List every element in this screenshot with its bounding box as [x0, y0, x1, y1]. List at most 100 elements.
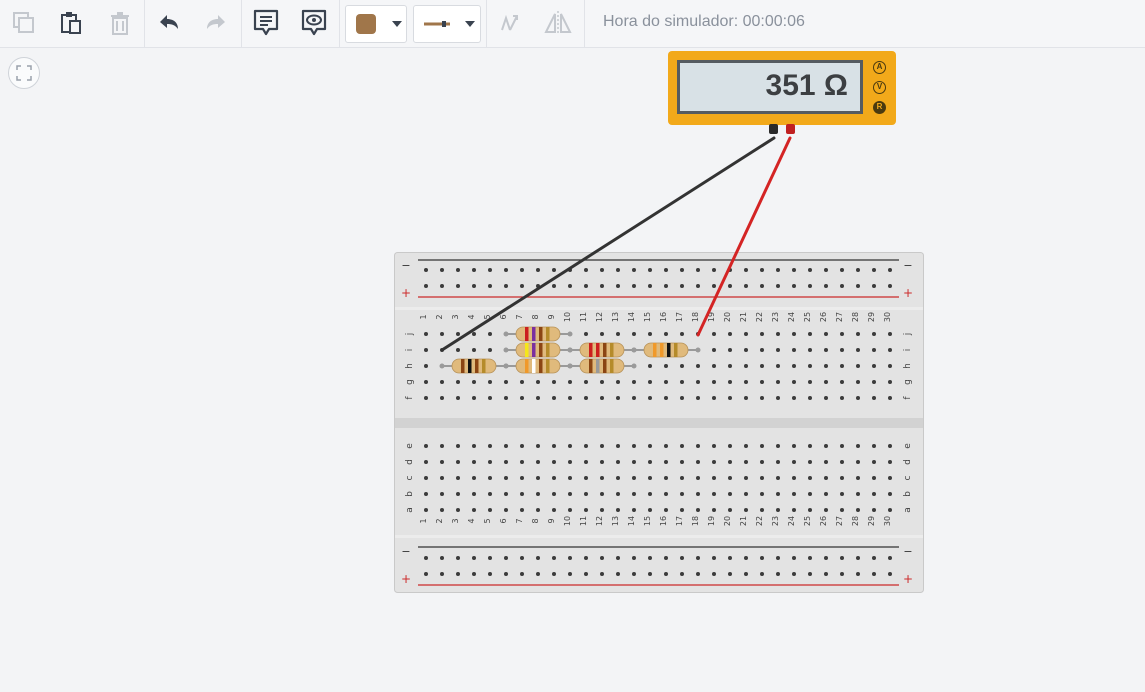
column-number: 23 — [771, 516, 780, 526]
terminal-hole — [648, 492, 652, 496]
terminal-hole — [648, 508, 652, 512]
terminal-hole — [728, 348, 732, 352]
undo-button[interactable] — [152, 6, 186, 40]
terminal-hole — [456, 444, 460, 448]
rail-hole — [808, 556, 812, 560]
rail-hole — [440, 268, 444, 272]
terminal-hole — [776, 364, 780, 368]
terminal-hole — [696, 492, 700, 496]
terminal-hole — [440, 492, 444, 496]
probe-terminal-negative[interactable] — [769, 124, 778, 134]
terminal-hole — [616, 508, 620, 512]
rail-minus-label: − — [401, 259, 410, 272]
terminal-hole — [808, 476, 812, 480]
terminal-hole — [728, 380, 732, 384]
notes-button[interactable] — [249, 6, 283, 40]
mode-ammeter[interactable]: A — [873, 61, 886, 74]
terminal-hole — [856, 396, 860, 400]
copy-button[interactable] — [7, 6, 41, 40]
color-dropdown[interactable] — [345, 5, 407, 43]
column-number: 22 — [755, 312, 764, 322]
terminal-hole — [504, 380, 508, 384]
terminal-hole — [856, 348, 860, 352]
terminal-hole — [696, 332, 700, 336]
column-number: 20 — [723, 516, 732, 526]
row-label: a — [405, 507, 415, 513]
terminal-hole — [584, 332, 588, 336]
rail-hole — [600, 284, 604, 288]
column-number: 16 — [659, 516, 668, 526]
chevron-down-icon — [392, 21, 402, 27]
terminal-hole — [728, 476, 732, 480]
terminal-hole — [584, 396, 588, 400]
breadboard[interactable]: − − + + − − + + j j i i h h g g f f e e d d c c b b a a 1 2 3 4 5 6 7 8 9 10 1… — [394, 252, 924, 593]
redo-icon — [207, 15, 225, 29]
rail-hole — [680, 268, 684, 272]
terminal-hole — [632, 444, 636, 448]
delete-button[interactable] — [103, 6, 137, 40]
terminal-hole — [856, 492, 860, 496]
terminal-hole — [568, 380, 572, 384]
terminal-hole — [824, 348, 828, 352]
terminal-hole — [568, 492, 572, 496]
terminal-hole — [488, 444, 492, 448]
column-number: 30 — [883, 516, 892, 526]
terminal-hole — [568, 396, 572, 400]
rail-hole — [728, 268, 732, 272]
terminal-hole — [552, 444, 556, 448]
fit-to-screen-icon — [16, 65, 32, 81]
fit-to-screen-button[interactable] — [8, 57, 40, 89]
rail-hole — [520, 556, 524, 560]
terminal-hole — [488, 476, 492, 480]
paste-button[interactable] — [54, 6, 88, 40]
terminal-hole — [680, 396, 684, 400]
redo-button[interactable] — [199, 6, 233, 40]
terminal-hole — [840, 444, 844, 448]
terminal-hole — [536, 332, 540, 336]
terminal-hole — [616, 380, 620, 384]
terminal-hole — [632, 348, 636, 352]
rail-hole — [648, 268, 652, 272]
terminal-hole — [808, 508, 812, 512]
terminal-hole — [792, 460, 796, 464]
multimeter[interactable]: 351 Ω A V R — [668, 51, 896, 125]
column-number: 5 — [483, 518, 492, 523]
rail-hole — [424, 284, 428, 288]
terminal-hole — [856, 332, 860, 336]
terminal-hole — [888, 380, 892, 384]
terminal-hole — [872, 444, 876, 448]
rail-minus-label: − — [903, 259, 912, 272]
center-channel — [395, 418, 923, 428]
rail-hole — [648, 284, 652, 288]
mirror-button[interactable] — [541, 6, 575, 40]
rail-minus-label: − — [903, 545, 912, 558]
rail-hole — [472, 572, 476, 576]
terminal-hole — [776, 460, 780, 464]
terminal-hole — [696, 348, 700, 352]
terminal-hole — [584, 348, 588, 352]
terminal-hole — [440, 444, 444, 448]
row-label: j — [903, 333, 913, 337]
undo-icon — [160, 15, 178, 29]
mode-ohmmeter[interactable]: R — [873, 101, 886, 114]
wire-style-dropdown[interactable] — [413, 5, 481, 43]
terminal-hole — [472, 476, 476, 480]
terminal-hole — [584, 380, 588, 384]
terminal-hole — [648, 460, 652, 464]
rail-divider — [395, 535, 923, 538]
rail-hole — [744, 572, 748, 576]
row-label: c — [405, 475, 415, 480]
rotate-button[interactable] — [492, 6, 526, 40]
rail-hole — [856, 556, 860, 560]
terminal-hole — [760, 492, 764, 496]
terminal-hole — [824, 460, 828, 464]
terminal-hole — [840, 332, 844, 336]
mode-voltmeter[interactable]: V — [873, 81, 886, 94]
view-button[interactable] — [297, 6, 331, 40]
terminal-hole — [776, 396, 780, 400]
column-number: 6 — [499, 518, 508, 523]
probe-terminal-positive[interactable] — [786, 124, 795, 134]
terminal-hole — [856, 364, 860, 368]
rail-hole — [680, 284, 684, 288]
rail-hole — [600, 572, 604, 576]
